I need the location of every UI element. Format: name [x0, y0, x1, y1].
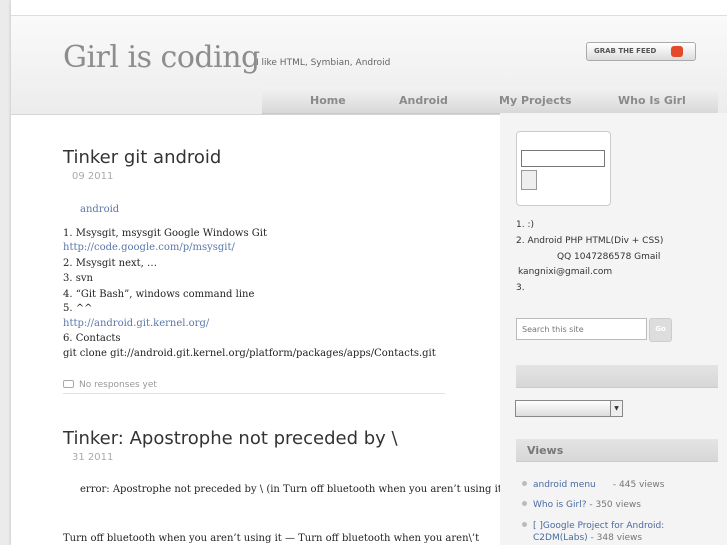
about-line: kangnixi@gmail.com — [518, 267, 613, 277]
grab-feed-button[interactable]: GRAB THE FEED — [586, 42, 696, 61]
post-divider — [63, 393, 445, 394]
views-item[interactable]: android menu - 445 views — [522, 480, 664, 490]
post-title[interactable]: Tinker: Apostrophe not preceded by \ — [63, 428, 398, 449]
bullet-icon — [522, 522, 527, 527]
nav-home[interactable]: Home — [310, 94, 346, 107]
post-line: 1. Msysgit, msysgit Google Windows Git — [63, 228, 268, 239]
search-go-button[interactable]: Go — [649, 318, 672, 342]
archive-select[interactable]: ▼ — [515, 400, 623, 417]
bullet-icon — [522, 481, 527, 486]
widget-title-bar — [516, 365, 718, 388]
comments-link[interactable]: No responses yet — [63, 380, 157, 390]
comments-label: No responses yet — [79, 380, 157, 390]
bullet-icon — [522, 501, 527, 506]
nav-android[interactable]: Android — [399, 94, 448, 107]
login-widget — [516, 131, 611, 206]
post-body: Turn off bluetooth when you aren’t using… — [63, 533, 480, 544]
about-line: 2. Android PHP HTML(Div + CSS) — [516, 236, 664, 246]
views-item-link[interactable]: [ ]Google Project for Android: — [533, 521, 664, 531]
site-tagline: I like HTML, Symbian, Android — [256, 58, 391, 68]
comment-icon — [63, 380, 74, 388]
post-line: 2. Msysgit next, … — [63, 258, 158, 269]
post-category-link[interactable]: android — [80, 204, 119, 215]
views-item-link[interactable]: C2DM(Labs) — [533, 533, 588, 543]
views-count: - 445 views — [612, 480, 665, 490]
main-nav: Home Android My Projects Who Is Girl — [262, 87, 718, 114]
post-date: 31 2011 — [72, 452, 114, 463]
chevron-down-icon: ▼ — [610, 401, 622, 416]
views-count: - 348 views — [590, 533, 643, 543]
views-item-link[interactable]: android menu — [533, 480, 596, 490]
about-line: 1. :) — [516, 220, 534, 230]
msysgit-link[interactable]: http://code.google.com/p/msysgit/ — [63, 242, 235, 253]
views-count: - 350 views — [589, 500, 641, 510]
search-input[interactable]: Search this site — [516, 318, 647, 340]
post-line: 6. Contacts — [63, 333, 121, 344]
views-item-link[interactable]: Who is Girl? — [533, 500, 586, 510]
post-title[interactable]: Tinker git android — [63, 147, 221, 168]
post-line: 3. svn — [63, 273, 93, 284]
widget-input[interactable] — [521, 150, 605, 167]
nav-who-is-girl[interactable]: Who Is Girl — [618, 94, 686, 107]
widget-button[interactable] — [521, 170, 537, 190]
about-line: QQ 1047286578 Gmail — [557, 252, 661, 262]
views-item-cont[interactable]: C2DM(Labs) - 348 views — [533, 533, 642, 543]
post-line: git clone git://android.git.kernel.org/p… — [63, 348, 436, 359]
views-item[interactable]: Who is Girl? - 350 views — [522, 500, 641, 510]
rss-icon — [671, 46, 683, 57]
views-item[interactable]: [ ]Google Project for Android: — [522, 521, 664, 531]
post-body: error: Apostrophe not preceded by \ (in … — [80, 484, 506, 495]
site-title[interactable]: Girl is coding — [63, 40, 260, 75]
android-git-link[interactable]: http://android.git.kernel.org/ — [63, 318, 209, 329]
nav-my-projects[interactable]: My Projects — [499, 94, 572, 107]
post-date: 09 2011 — [72, 171, 114, 182]
post-line: 4. “Git Bash”, windows command line — [63, 289, 255, 300]
about-line: 3. — [516, 283, 525, 293]
feed-label: GRAB THE FEED — [594, 47, 657, 55]
views-title: Views — [527, 444, 564, 457]
post-line: 5. ^^ — [63, 303, 93, 314]
